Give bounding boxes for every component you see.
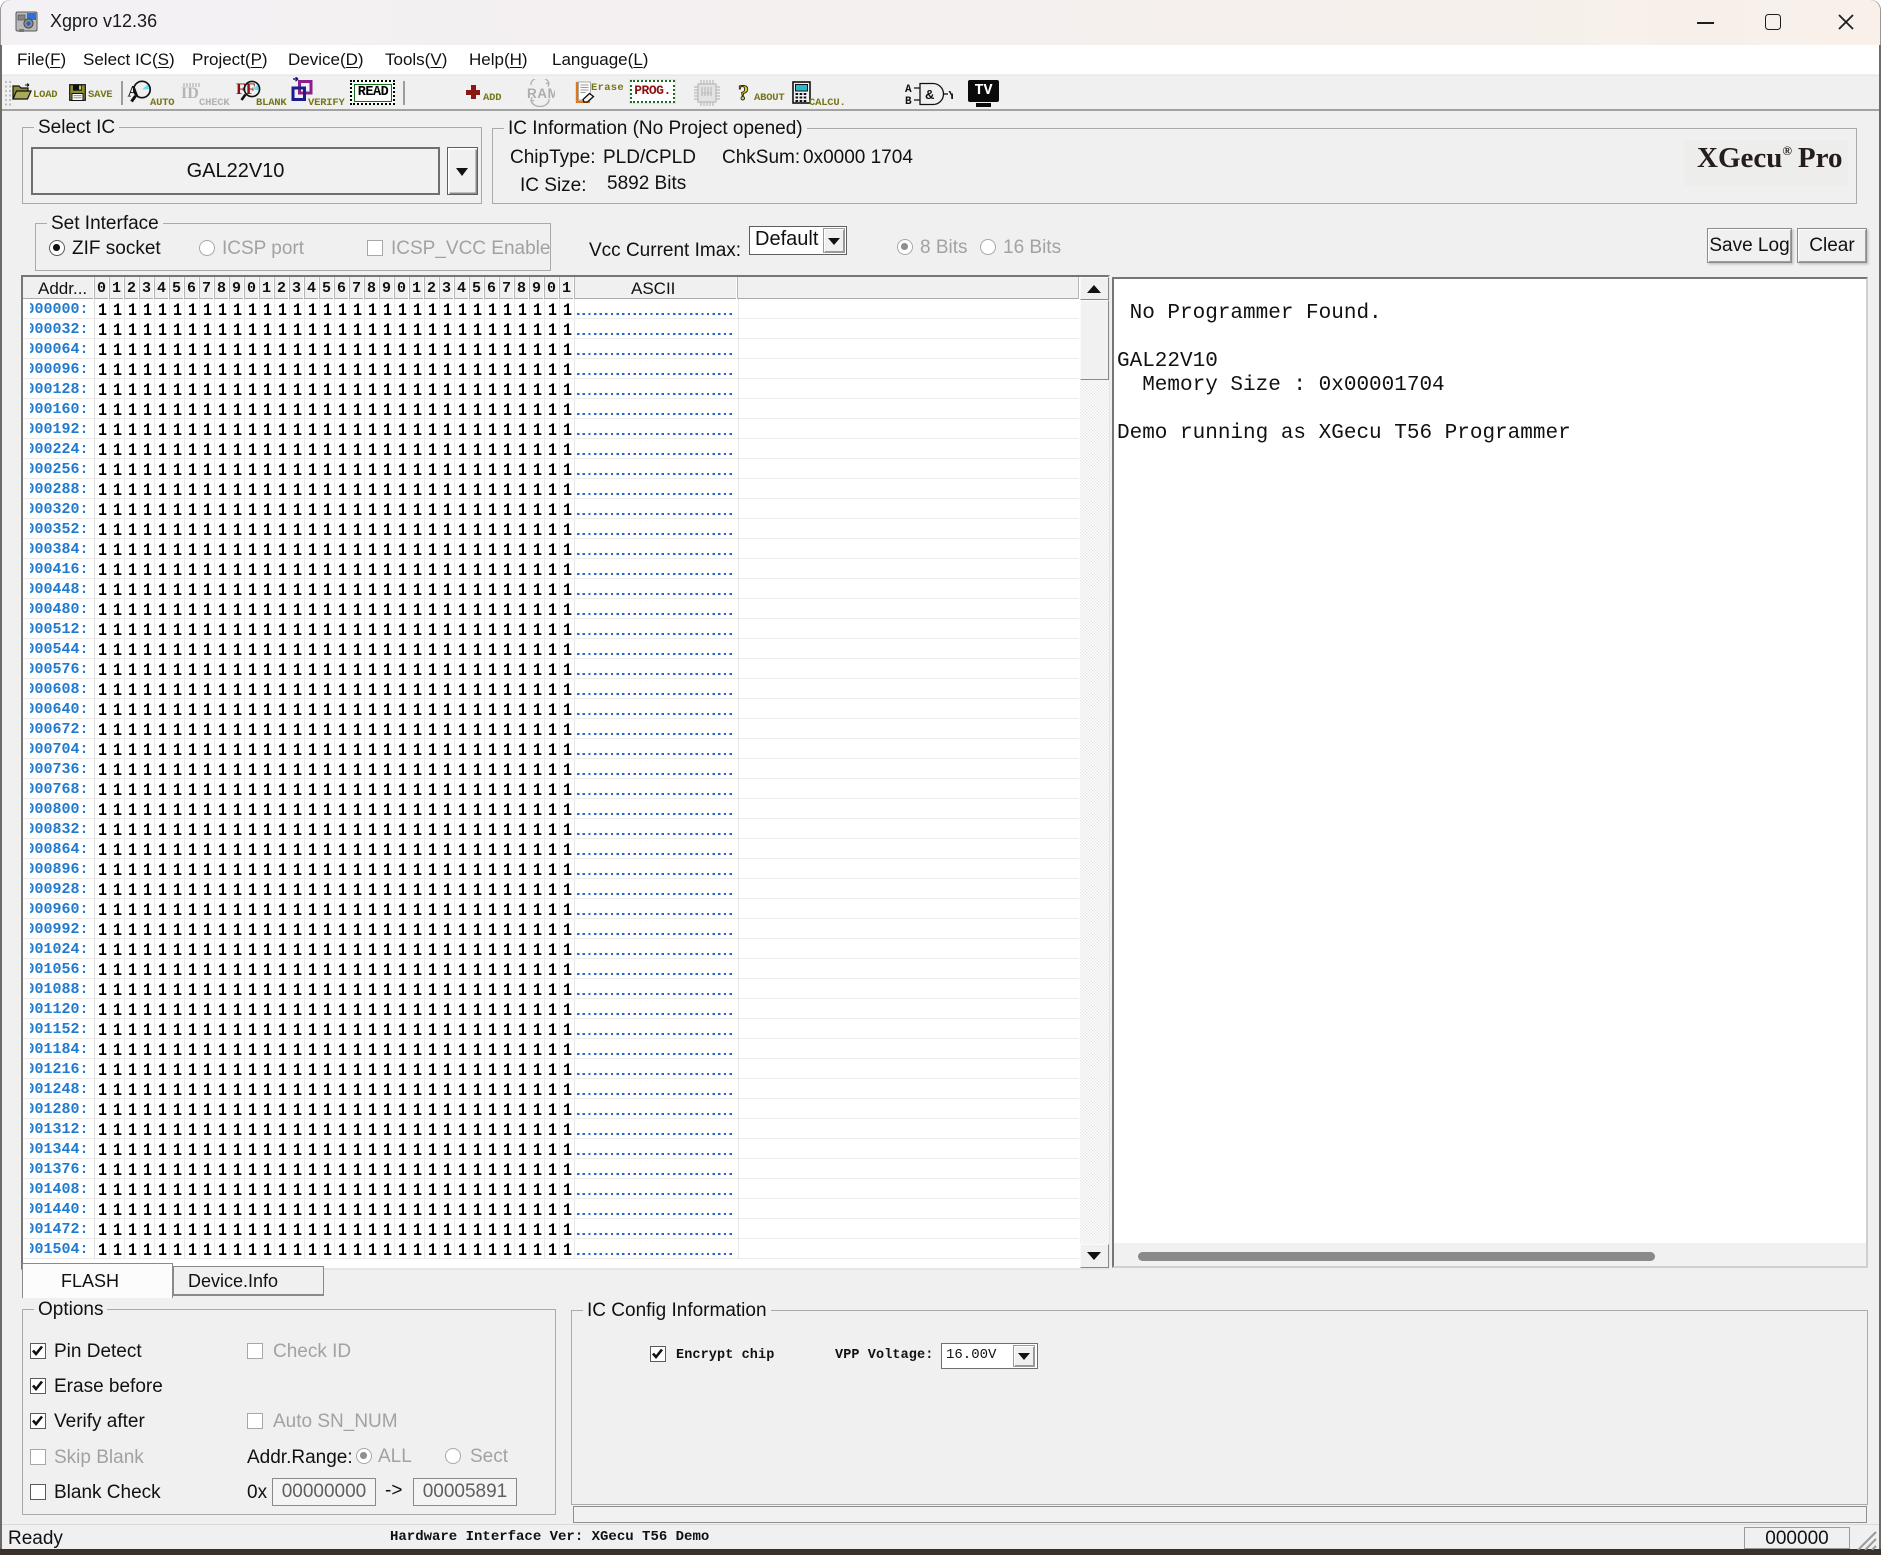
svg-text:RAM: RAM [527, 86, 555, 101]
svg-text:Y: Y [949, 89, 954, 103]
svg-text:ID: ID [181, 85, 199, 100]
svg-text:?: ? [738, 81, 749, 105]
svg-text:B: B [905, 96, 912, 108]
svg-text:&: & [925, 87, 934, 102]
svg-text:A: A [905, 84, 912, 96]
